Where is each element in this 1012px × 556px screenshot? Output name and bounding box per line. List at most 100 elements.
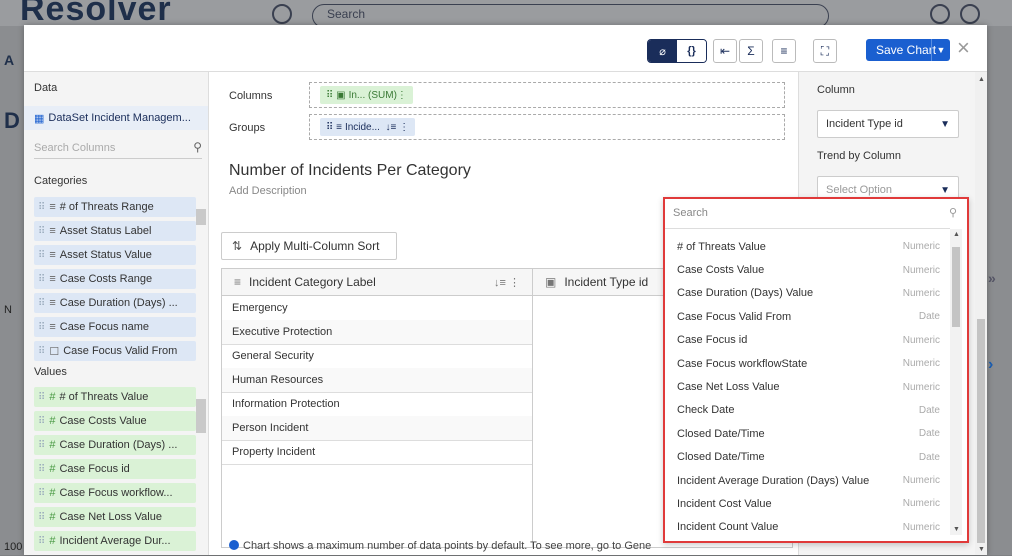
info-icon [229,540,239,550]
toggle-tag-button[interactable]: ⌀ [648,40,677,62]
sum-icon[interactable]: Σ [739,39,763,63]
data-panel: Data ▦ DataSet Incident Managem... Searc… [24,72,209,555]
dropdown-option[interactable]: Closed Date/Time Date [665,422,948,445]
scroll-thumb[interactable] [196,209,206,225]
values-list: ⠿ # # of Threats Value ⠿ # Case Costs Value … [34,387,196,555]
value-field[interactable]: ⠿ # Case Duration (Days) ... [34,435,196,455]
table-row[interactable]: Executive Protection [222,320,532,345]
value-field[interactable]: ⠿ # # of Threats Value [34,387,196,407]
close-icon[interactable]: × [957,37,970,59]
category-field[interactable]: ⠿ ≡ Case Costs Range [34,269,196,289]
bg-side-letter-n: N [4,304,12,316]
values-title: Values [34,366,67,378]
data-points-note: Chart shows a maximum number of data poi… [229,540,651,552]
table-row[interactable]: Human Resources [222,368,532,393]
double-chevron-icon: » [988,270,996,286]
table-row[interactable]: General Security [222,344,532,369]
bg-side-letter-a: A [4,52,15,68]
value-field[interactable]: ⠿ # Incident Average Dur... [34,531,196,551]
table-row[interactable]: Emergency [222,296,532,321]
scroll-down-icon[interactable]: ▼ [978,546,985,553]
sort-icon: ⇅ [232,239,243,253]
category-field[interactable]: ⠿ ≡ Asset Status Value [34,245,196,265]
note-text: Chart shows a maximum number of data poi… [243,540,652,552]
view-toggle: ⌀ {} [647,39,707,63]
scroll-thumb[interactable] [952,247,960,327]
dropdown-option[interactable]: Case Focus workflowState Numeric [665,352,948,375]
value-field[interactable]: ⠿ # Case Costs Value [34,411,196,431]
global-search-placeholder: Search [327,7,366,21]
help-icon [272,4,292,24]
col-header-label: Incident Type id [564,275,649,289]
chart-description[interactable]: Add Description [229,185,307,197]
filter-icon[interactable]: ≡ [772,39,796,63]
trend-select-placeholder: Select Option [826,184,893,196]
scroll-down-icon[interactable]: ▼ [953,526,960,533]
value-field[interactable]: ⠿ # Case Focus id [34,459,196,479]
text-type-icon: ≡ [234,275,242,289]
dropdown-options: # of Threats Value Numeric Case Costs Val… [665,235,948,539]
settings-icon [930,4,950,24]
multi-column-sort-button[interactable]: ⇅ Apply Multi-Column Sort [221,232,397,260]
dropdown-option[interactable]: Case Focus Valid From Date [665,305,948,328]
columns-dropzone[interactable]: ⠿ ▣ In... (SUM) ⋮ [309,82,785,108]
chevron-down-icon: ▼ [940,118,950,130]
categories-scrollbar[interactable] [196,197,206,359]
columns-label: Columns [229,90,273,102]
dropdown-option[interactable]: Incident Average Duration (Days) Value Nu… [665,469,948,492]
value-field[interactable]: ⠿ # Case Net Loss Value [34,507,196,527]
bg-side-letter-d: D [4,108,20,133]
scroll-up-icon[interactable]: ▲ [953,231,960,238]
dropdown-option[interactable]: Closed Date/Time Date [665,446,948,469]
category-field[interactable]: ⠿ ≡ Case Focus name [34,317,196,337]
trend-label: Trend by Column [817,150,901,162]
category-field[interactable]: ⠿ ≡ Case Duration (Days) ... [34,293,196,313]
dropdown-search-placeholder: Search [673,207,708,219]
chart-title[interactable]: Number of Incidents Per Category [229,162,471,180]
category-field[interactable]: ⠿ ≡ Asset Status Label [34,221,196,241]
dropdown-option[interactable]: Case Focus id Numeric [665,329,948,352]
dropdown-option[interactable]: Case Duration (Days) Value Numeric [665,282,948,305]
table-row[interactable]: Property Incident [222,440,532,465]
export-icon[interactable]: ⇤ [713,39,737,63]
values-scrollbar[interactable] [196,387,206,555]
search-icon: ⚲ [948,207,957,219]
dropdown-option[interactable]: Check Date Date [665,399,948,422]
dropdown-option[interactable]: Case Net Loss Value Numeric [665,375,948,398]
dropdown-scrollbar[interactable]: ▲ ▼ [950,229,962,535]
groups-dropzone[interactable]: ⠿ ≡ Incide... ↓≡ ⋮ [309,114,785,140]
properties-scrollbar[interactable]: ▲ ▼ [975,72,987,555]
chevron-down-icon: ▼ [940,184,950,196]
dropdown-search-input[interactable]: Search ⚲ [673,207,957,223]
chevron-down-icon[interactable]: ▼ [931,39,950,61]
scroll-thumb[interactable] [196,399,206,433]
dropdown-option[interactable]: Incident Cost Value Numeric [665,492,948,515]
number-type-icon: ▣ [545,275,557,289]
dataset-selector[interactable]: ▦ DataSet Incident Managem... [24,106,208,130]
toggle-code-button[interactable]: {} [677,40,706,62]
category-field[interactable]: ⠿ ≡ # of Threats Range [34,197,196,217]
dropdown-option[interactable]: Incident Count Value Numeric [665,516,948,539]
scroll-thumb[interactable] [977,319,985,543]
col-header-category[interactable]: ≡ Incident Category Label ↓≡ ⋮ [222,269,533,296]
value-field[interactable]: ⠿ # Case Focus workflow... [34,483,196,503]
dropdown-option[interactable]: Case Costs Value Numeric [665,258,948,281]
bg-axis-value: 100 [4,541,23,553]
table-row[interactable]: Information Protection [222,392,532,417]
column-search-input[interactable]: Search Columns ⚲ [34,138,202,159]
categories-title: Categories [34,175,88,187]
column-select[interactable]: Incident Type id ▼ [817,110,959,138]
sort-button-label: Apply Multi-Column Sort [250,239,380,253]
column-select-value: Incident Type id [826,118,903,130]
sort-desc-icon[interactable]: ↓≡ ⋮ [494,276,520,289]
fullscreen-icon[interactable]: ⛶ [813,39,837,63]
help-circle-icon [960,4,980,24]
table-row[interactable]: Person Incident [222,416,532,441]
groups-chip[interactable]: ⠿ ≡ Incide... ↓≡ ⋮ [320,118,416,136]
columns-chip[interactable]: ⠿ ▣ In... (SUM) ⋮ [320,86,413,104]
scroll-up-icon[interactable]: ▲ [978,76,985,83]
column-divider [532,269,533,547]
dropdown-option[interactable]: # of Threats Value Numeric [665,235,948,258]
save-chart-button[interactable]: Save Chart ▼ [866,39,950,61]
category-field[interactable]: ⠿ ☐ Case Focus Valid From [34,341,196,361]
